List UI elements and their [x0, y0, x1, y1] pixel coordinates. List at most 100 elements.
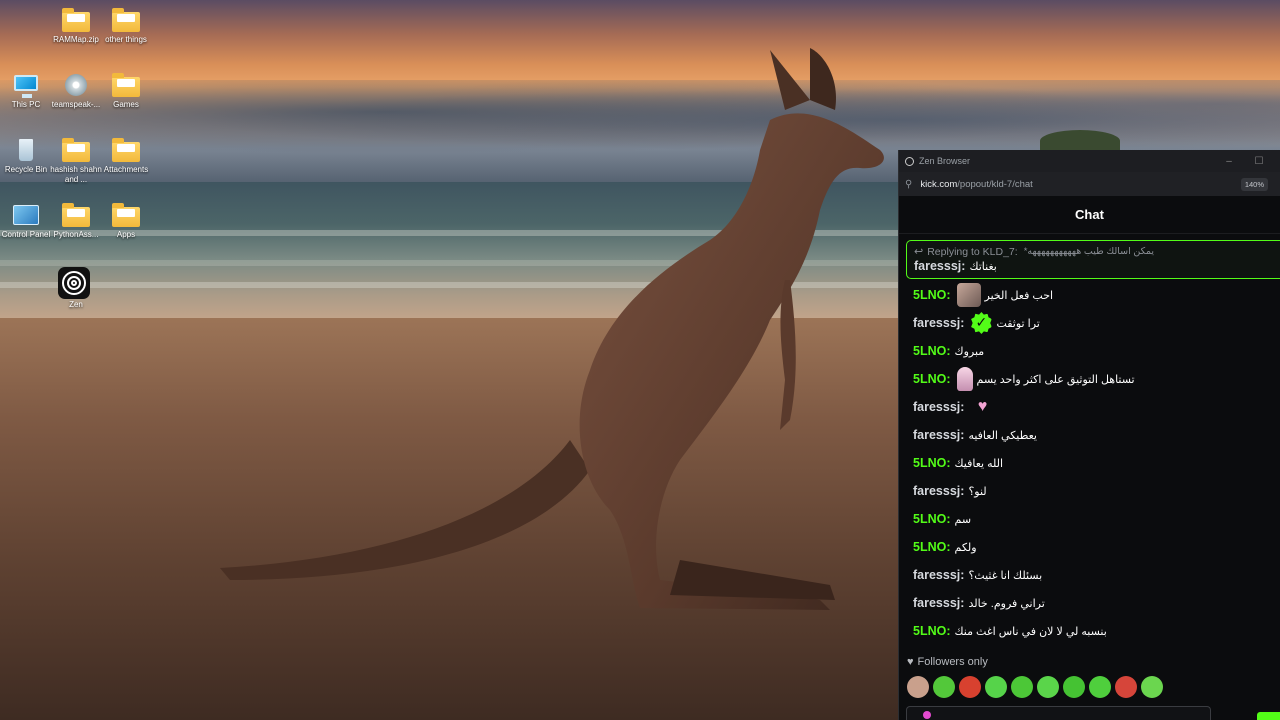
emote-icon[interactable] [1063, 676, 1085, 698]
desktop-icon-apps[interactable]: Apps [100, 203, 152, 240]
emote-icon[interactable] [985, 676, 1007, 698]
chat-text: سم [954, 513, 972, 526]
chat-text: تستاهل التوثيق على اكثر واحد يسم [976, 373, 1135, 386]
chat-message: faresssj: بغناتك [914, 258, 1278, 274]
chat-username[interactable]: 5LNO: [913, 540, 951, 554]
url-domain: kick.com [920, 178, 958, 190]
chat-username[interactable]: 5LNO: [913, 344, 951, 358]
folder-icon [62, 138, 90, 162]
emote-icon[interactable] [1141, 676, 1163, 698]
desktop-icon-label: Zen [69, 300, 83, 309]
island [1040, 130, 1120, 152]
zoom-indicator[interactable]: 140% [1240, 177, 1268, 191]
desktop-icon-label: PythonAss... [53, 230, 99, 239]
chat-text: ترا توثقت [996, 317, 1040, 330]
emote-icon[interactable] [1115, 676, 1137, 698]
chat-title: Chat [1075, 207, 1104, 222]
chat-message: 5LNO: مبروك [899, 337, 1280, 365]
reply-quote: يمكن اسالك طيب هههههههههههه* [1023, 246, 1154, 257]
chat-username[interactable]: faresssj: [913, 596, 964, 610]
desktop-icon-label: other things [105, 35, 147, 44]
girl-emote-icon [956, 367, 973, 391]
disc-installer-icon [62, 73, 90, 97]
desktop-icon-label: Recycle Bin [4, 165, 48, 174]
zen-app-icon [905, 156, 914, 166]
desktop-icon-label: Games [113, 100, 139, 109]
window-title: Zen Browser [919, 156, 971, 166]
folder-icon [112, 138, 140, 162]
desktop-icon-control-panel[interactable]: Control Panel [0, 203, 52, 240]
chat-message: 5LNO: تستاهل التوثيق على اكثر واحد يسم [899, 365, 1280, 393]
verified-check-emote-icon [971, 312, 992, 334]
chat-username[interactable]: faresssj: [913, 484, 964, 498]
chat-message: faresssj: لنو؟ [899, 477, 1280, 505]
chat-text: الله يعافيك [954, 457, 1004, 470]
chat-username[interactable]: faresssj: [913, 428, 964, 442]
chat-text: بسئلك انا غثيث؟ [968, 569, 1043, 582]
kangaroo-silhouette [220, 48, 884, 610]
emote-icon[interactable] [959, 676, 981, 698]
control-panel-icon [12, 203, 40, 227]
emote-icon[interactable] [907, 676, 929, 698]
heart-icon: ♥ [907, 656, 914, 668]
chat-username[interactable]: faresssj: [914, 259, 965, 273]
desktop-icon-zen[interactable]: Zen [50, 267, 102, 310]
site-info-icon[interactable]: ⚲ [905, 179, 912, 190]
zen-browser-icon [58, 267, 90, 299]
chat-text: يعطيكي العافيه [968, 429, 1037, 442]
followers-only-label: Followers only [917, 656, 988, 668]
reply-arrow-icon: ↩ [914, 246, 924, 258]
chat-text: احب فعل الخير [984, 289, 1054, 302]
emote-quick-bar [907, 676, 1163, 698]
chat-text: مبروك [954, 345, 985, 358]
desktop-icon-label: Control Panel [1, 230, 51, 239]
desktop-icon-games[interactable]: Games [100, 73, 152, 110]
send-button[interactable] [1257, 712, 1280, 720]
chat-text: بغناتك [969, 260, 997, 273]
desktop-icon-label: Attachments [103, 165, 149, 174]
chat-message: 5LNO: بنسبه لي لا لان في ناس اغث منك [899, 617, 1280, 645]
desktop-icon-teamspeak[interactable]: teamspeak-... [50, 73, 102, 110]
folder-icon [112, 203, 140, 227]
folder-icon [62, 203, 90, 227]
emote-icon[interactable] [1037, 676, 1059, 698]
title-bar: Zen Browser – ☐ [899, 150, 1280, 172]
desktop-icon-other-things[interactable]: other things [100, 8, 152, 45]
desktop-icon-label: RAMMap.zip [53, 35, 99, 44]
emote-icon[interactable] [933, 676, 955, 698]
desktop-icon-label: This PC [11, 100, 41, 109]
emote-icon[interactable] [1089, 676, 1111, 698]
chat-message: faresssj: تراني فروم. خالد [899, 589, 1280, 617]
browser-window: Zen Browser – ☐ ⚲ kick.com/popout/kld-7/… [898, 150, 1280, 720]
reply-message[interactable]: ↩ Replying to KLD_7: يمكن اسالك طيب هههه… [906, 240, 1280, 279]
desktop-icon-recycle-bin[interactable]: Recycle Bin [0, 138, 52, 175]
desktop-icon-hashish[interactable]: hashish shahn and ... [50, 138, 102, 185]
address-bar[interactable]: ⚲ kick.com/popout/kld-7/chat 140% [899, 172, 1280, 196]
desktop-icon-label: teamspeak-... [51, 100, 101, 109]
chat-username[interactable]: 5LNO: [913, 512, 951, 526]
chat-username[interactable]: 5LNO: [913, 456, 951, 470]
chat-username[interactable]: faresssj: [913, 568, 964, 582]
minimize-button[interactable]: – [1214, 156, 1244, 167]
chat-text: بنسبه لي لا لان في ناس اغث منك [954, 625, 1107, 638]
desktop-icon-label: hashish shahn and ... [50, 165, 102, 184]
chat-message: faresssj: ♥ [899, 393, 1280, 421]
desktop-icon-rammap[interactable]: RAMMap.zip [50, 8, 102, 45]
chat-username[interactable]: faresssj: [913, 316, 964, 330]
reply-context: ↩ Replying to KLD_7: يمكن اسالك طيب هههه… [914, 245, 1278, 259]
emote-picker-icon[interactable] [923, 711, 931, 719]
chat-message: 5LNO: الله يعافيك [899, 449, 1280, 477]
chat-username[interactable]: 5LNO: [913, 288, 951, 302]
chat-username[interactable]: faresssj: [913, 400, 964, 414]
desktop-icon-this-pc[interactable]: This PC [0, 73, 52, 110]
desktop-icon-attachments[interactable]: Attachments [100, 138, 152, 175]
chat-message-list: 5LNO: احب فعل الخير faresssj: ترا توثقت 5LNO… [899, 281, 1280, 645]
maximize-button[interactable]: ☐ [1244, 156, 1274, 167]
chat-text: لنو؟ [968, 485, 987, 498]
emote-icon[interactable] [1011, 676, 1033, 698]
chat-username[interactable]: 5LNO: [913, 624, 951, 638]
chat-input[interactable] [906, 706, 1211, 720]
chat-username[interactable]: 5LNO: [913, 372, 951, 386]
desktop-icon-pythonass[interactable]: PythonAss... [50, 203, 102, 240]
desktop-icon-label: Apps [116, 230, 136, 239]
